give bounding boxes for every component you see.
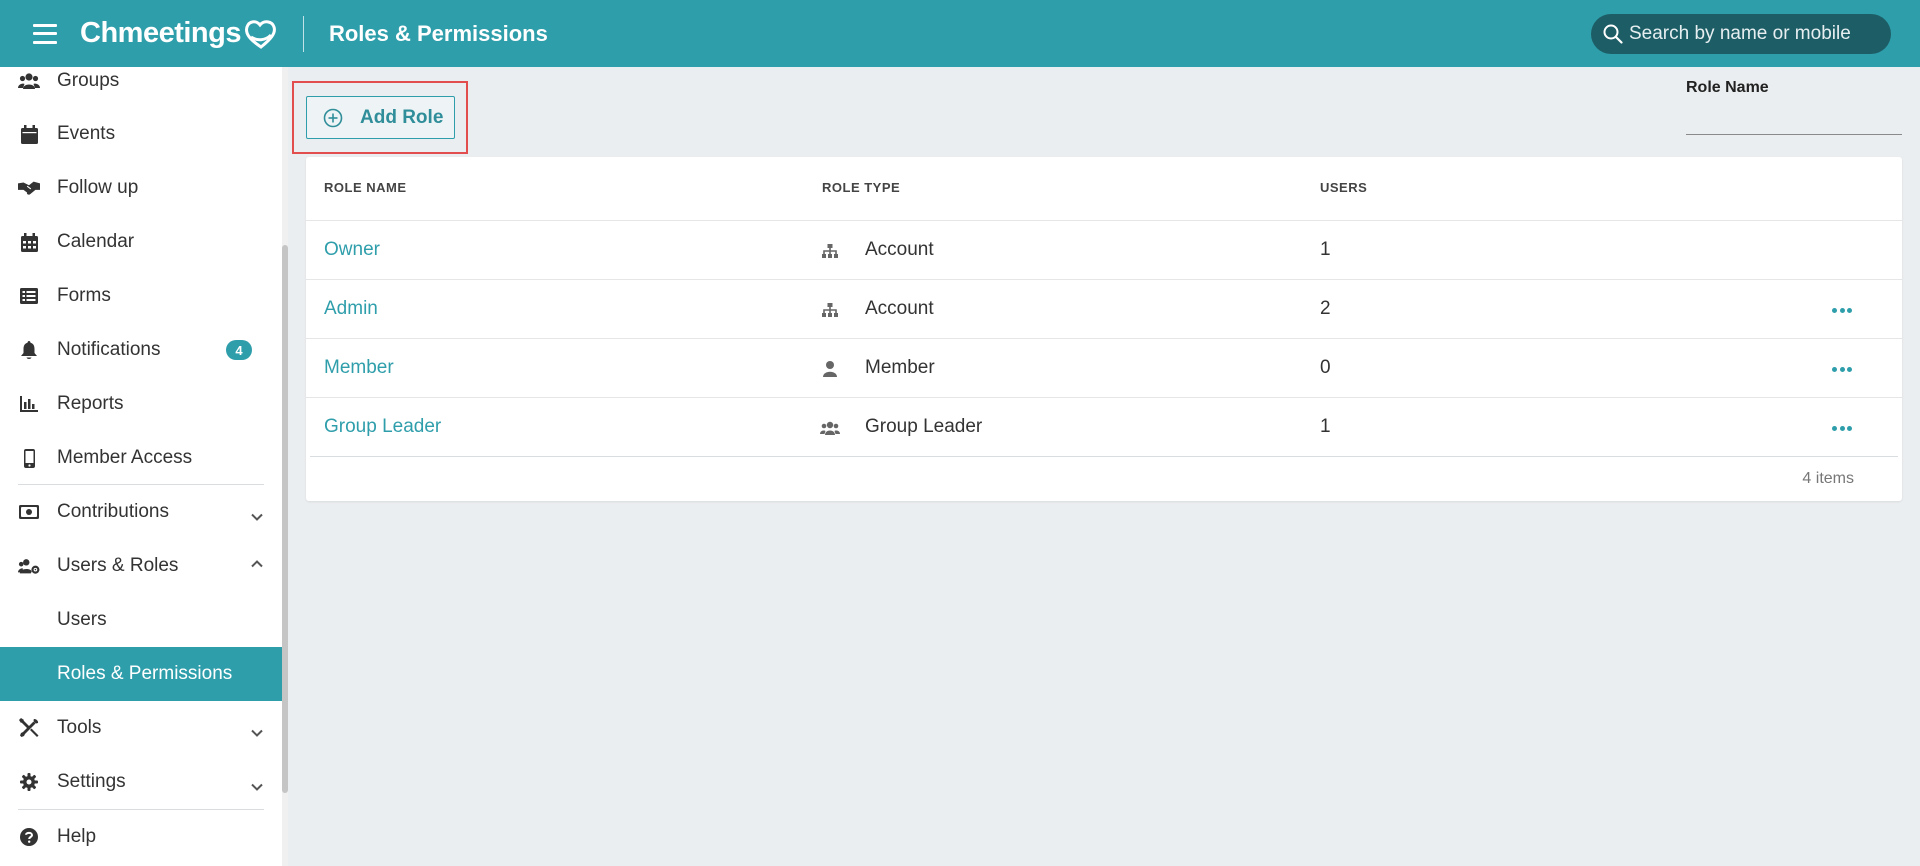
sitemap-icon — [822, 303, 838, 317]
add-role-button[interactable]: Add Role — [306, 96, 455, 139]
role-name-link[interactable]: Admin — [324, 298, 378, 320]
sidebar-item-label: Reports — [57, 393, 124, 414]
chevron-down-icon — [251, 513, 263, 521]
logo[interactable]: Chmeetings — [80, 17, 279, 51]
user-icon — [823, 361, 837, 377]
menu-icon[interactable] — [33, 23, 57, 44]
sitemap-icon — [822, 244, 838, 258]
gear-icon — [18, 771, 40, 793]
chart-icon — [18, 393, 40, 415]
sidebar-item-label: Roles & Permissions — [57, 663, 233, 684]
sidebar-item-tools[interactable]: Tools — [0, 701, 282, 755]
user-count: 1 — [1320, 416, 1331, 437]
page-title: Roles & Permissions — [328, 20, 548, 46]
row-actions-icon[interactable] — [1828, 300, 1856, 320]
sidebar-item-notifications[interactable]: Notifications 4 — [0, 323, 282, 377]
mobile-icon — [18, 447, 40, 469]
user-count: 2 — [1320, 298, 1331, 319]
sidebar-item-label: Contributions — [57, 501, 169, 522]
sidebar-item-users-roles[interactable]: Users & Roles — [0, 539, 282, 593]
sidebar-item-member-access[interactable]: Member Access — [0, 431, 282, 485]
header-divider — [302, 15, 304, 52]
sidebar-item-label: Forms — [57, 285, 111, 306]
roles-table: ROLE NAME ROLE TYPE USERS Owner Account … — [306, 157, 1902, 501]
chevron-down-icon — [251, 729, 263, 737]
add-role-label: Add Role — [360, 106, 444, 128]
sidebar-item-label: Follow up — [57, 177, 139, 198]
sidebar-item-calendar[interactable]: Calendar — [0, 215, 282, 269]
role-name-link[interactable]: Member — [324, 357, 394, 379]
row-actions-icon[interactable] — [1828, 359, 1856, 379]
sidebar-item-users[interactable]: Users — [0, 593, 282, 647]
sidebar-item-forms[interactable]: Forms — [0, 269, 282, 323]
sidebar-item-label: Member Access — [57, 447, 193, 468]
users-cog-icon — [18, 555, 40, 577]
sidebar-item-label: Events — [57, 123, 116, 144]
table-row: Admin Account 2 — [306, 279, 1902, 338]
tools-icon — [18, 717, 40, 739]
role-type: Group Leader — [865, 416, 983, 437]
sidebar-item-label: Notifications — [57, 339, 161, 360]
role-name-link[interactable]: Group Leader — [324, 416, 441, 438]
column-header-role-name[interactable]: ROLE NAME — [324, 180, 407, 195]
top-bar: Chmeetings Roles & Permissions — [0, 0, 1920, 67]
user-count: 1 — [1320, 239, 1331, 260]
role-type: Member — [865, 357, 935, 378]
role-name-filter-label: Role Name — [1686, 79, 1769, 96]
table-row: Member Member 0 — [306, 338, 1902, 397]
chevron-down-icon — [251, 783, 263, 791]
bell-icon — [18, 339, 40, 361]
role-name-link[interactable]: Owner — [324, 239, 380, 261]
sidebar: Groups Events Follow up Calendar Forms N… — [0, 67, 282, 866]
money-icon — [18, 501, 40, 523]
row-actions-icon[interactable] — [1828, 418, 1856, 438]
sidebar-item-label: Help — [57, 826, 97, 847]
sidebar-item-label: Groups — [57, 70, 120, 91]
sidebar-item-settings[interactable]: Settings — [0, 755, 282, 809]
chevron-up-icon — [251, 560, 263, 568]
table-footer-divider — [310, 456, 1898, 457]
sidebar-item-label: Users — [57, 609, 107, 630]
logo-text: Chmeetings — [80, 17, 241, 49]
sidebar-item-reports[interactable]: Reports — [0, 377, 282, 431]
list-icon — [18, 285, 40, 307]
sidebar-scrollbar[interactable] — [282, 67, 288, 866]
calendar-icon — [18, 123, 40, 145]
notification-count-badge: 4 — [226, 340, 252, 360]
sidebar-item-follow-up[interactable]: Follow up — [0, 161, 282, 215]
logo-heart-icon — [245, 19, 276, 49]
sidebar-item-label: Users & Roles — [57, 555, 179, 576]
column-header-role-type[interactable]: ROLE TYPE — [822, 180, 900, 195]
sidebar-item-help[interactable]: Help — [0, 810, 282, 864]
search-box[interactable] — [1591, 14, 1891, 54]
users-icon — [820, 421, 840, 435]
handshake-icon — [18, 177, 40, 199]
sidebar-item-label: Tools — [57, 717, 102, 738]
sidebar-item-roles-permissions[interactable]: Roles & Permissions — [0, 647, 282, 701]
sidebar-item-events[interactable]: Events — [0, 107, 282, 161]
role-type: Account — [865, 239, 934, 260]
sidebar-item-contributions[interactable]: Contributions — [0, 485, 282, 539]
sidebar-item-label: Settings — [57, 771, 126, 792]
table-row: Group Leader Group Leader 1 — [306, 397, 1902, 456]
item-count: 4 items — [1802, 470, 1854, 487]
plus-circle-icon — [323, 108, 343, 127]
role-name-filter-input[interactable] — [1686, 103, 1902, 135]
role-type: Account — [865, 298, 934, 319]
search-icon — [1603, 24, 1623, 44]
scrollbar-thumb[interactable] — [282, 245, 288, 793]
user-count: 0 — [1320, 357, 1331, 378]
sidebar-item-groups[interactable]: Groups — [0, 67, 282, 108]
column-header-users[interactable]: USERS — [1320, 180, 1367, 195]
search-input[interactable] — [1629, 23, 1869, 45]
users-icon — [18, 70, 40, 92]
sidebar-item-label: Calendar — [57, 231, 135, 252]
question-icon — [18, 826, 40, 848]
table-row: Owner Account 1 — [306, 220, 1902, 279]
calendar-grid-icon — [18, 231, 40, 253]
